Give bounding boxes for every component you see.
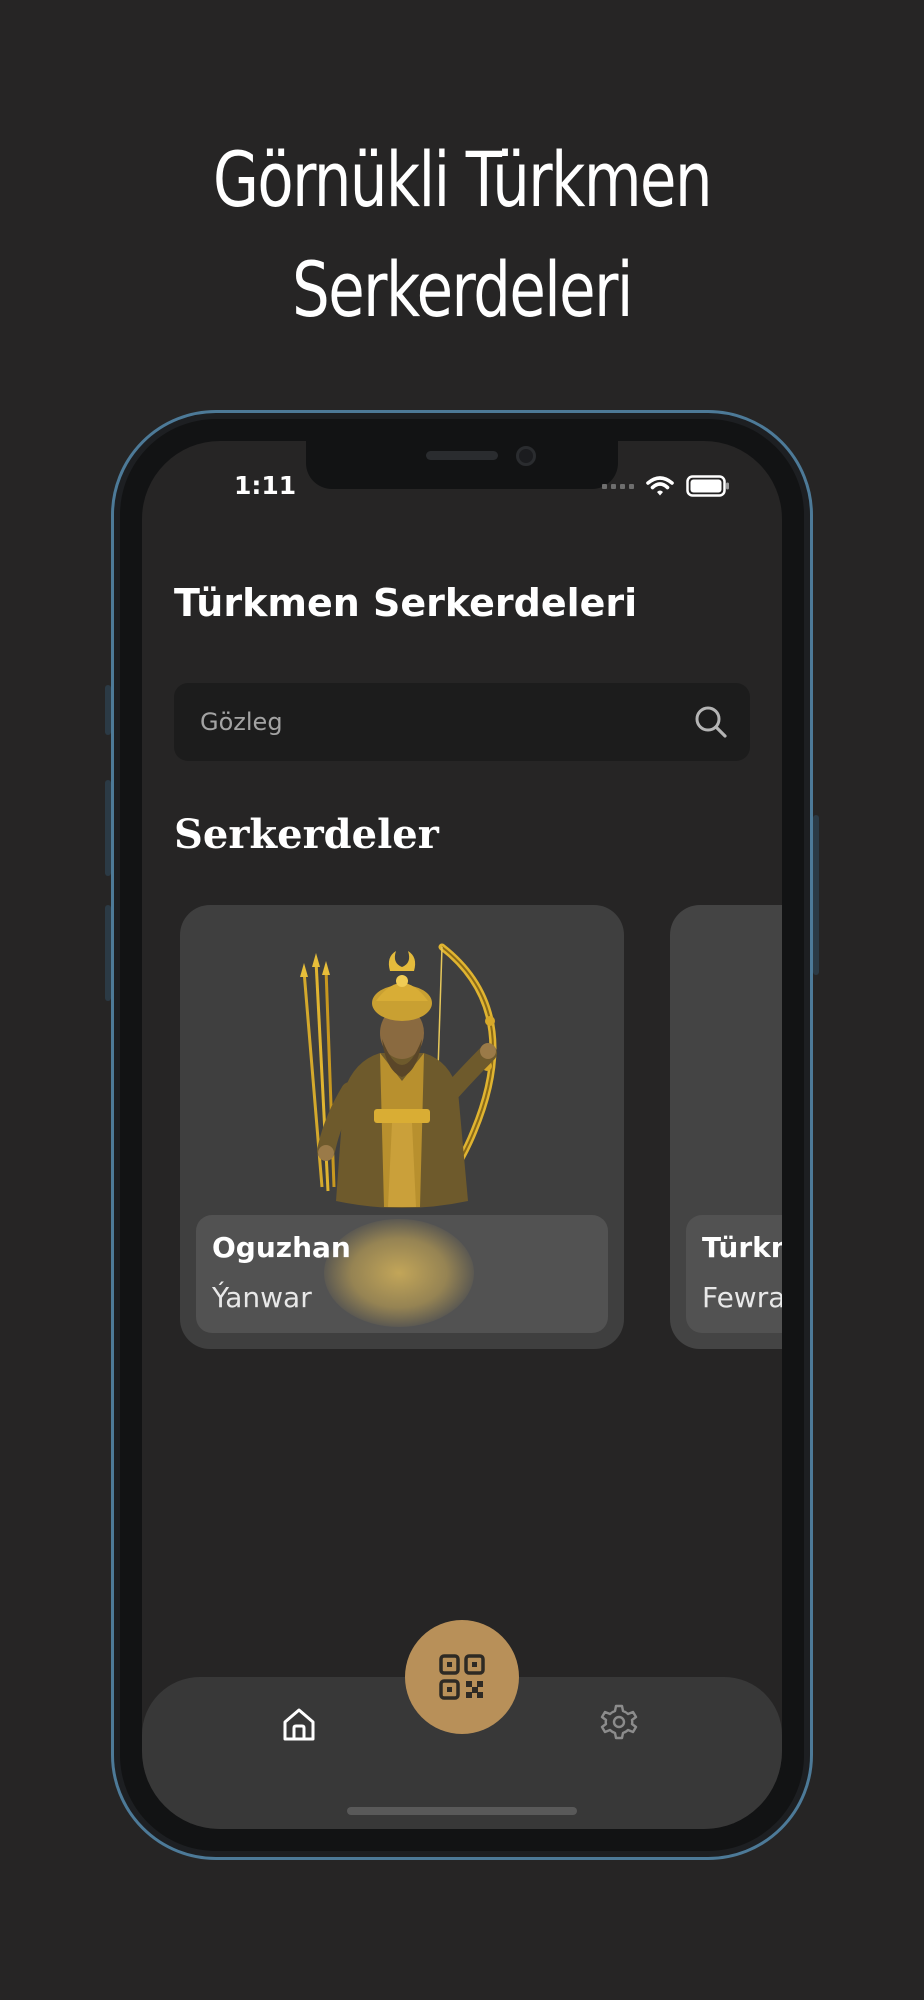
- commander-portrait: [300, 943, 497, 1208]
- promo-title-line-1: Görnükli Türkmen: [213, 135, 713, 224]
- commander-card-info: Türkm Fewra: [686, 1215, 782, 1333]
- home-indicator: [347, 1807, 577, 1815]
- section-title: Serkerdeler: [174, 811, 439, 858]
- battery-icon: [686, 475, 729, 497]
- phone-screen: 1:11 Türkmen Serkerdeleri Gözleg Serkerd…: [142, 441, 782, 1829]
- search-icon[interactable]: [692, 703, 730, 741]
- cellular-signal-icon: [602, 483, 634, 489]
- app-title: Türkmen Serkerdeleri: [174, 581, 638, 625]
- phone-notch: [306, 441, 618, 489]
- search-input[interactable]: [174, 683, 674, 761]
- promo-title: Görnükli Türkmen Serkerdeleri: [102, 125, 823, 345]
- qr-code-icon: [439, 1654, 485, 1700]
- commander-card[interactable]: Oguzhan Ýanwar: [180, 905, 624, 1349]
- promo-page: Görnükli Türkmen Serkerdeleri 1:11 Türkm…: [0, 0, 924, 2000]
- wifi-icon: [646, 476, 674, 496]
- status-time: 1:11: [234, 471, 297, 500]
- front-camera: [516, 446, 536, 466]
- gear-icon[interactable]: [600, 1703, 638, 1741]
- commander-month: Fewra: [702, 1281, 782, 1314]
- promo-title-line-2: Serkerdeleri: [292, 245, 633, 334]
- phone-power-button: [813, 815, 819, 975]
- home-icon[interactable]: [280, 1705, 318, 1743]
- commander-month: Ýanwar: [212, 1281, 312, 1314]
- commander-name: Oguzhan: [212, 1231, 351, 1264]
- search-box[interactable]: [174, 683, 750, 761]
- status-icons: [602, 474, 730, 498]
- notch-speaker: [426, 451, 498, 460]
- commander-card-info: Oguzhan Ýanwar: [196, 1215, 608, 1333]
- commander-name: Türkm: [702, 1231, 782, 1264]
- qr-scan-button[interactable]: [405, 1620, 519, 1734]
- commander-card[interactable]: Türkm Fewra: [670, 905, 782, 1349]
